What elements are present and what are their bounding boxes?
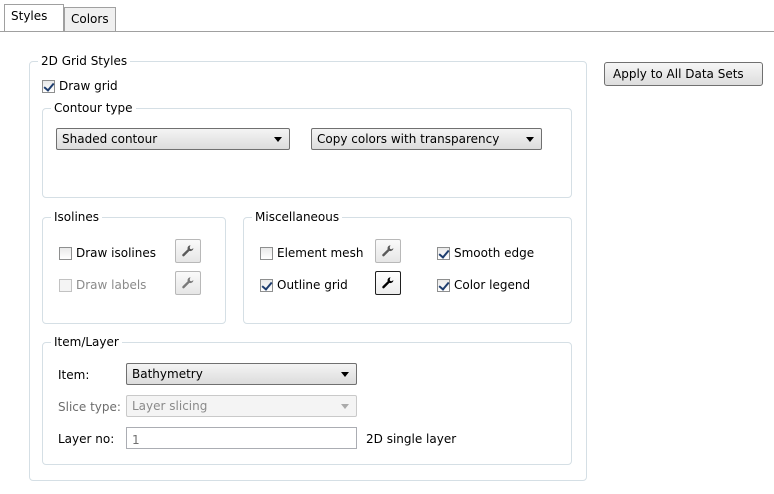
isolines-title: Isolines [51, 210, 103, 224]
checkbox-box [59, 246, 72, 260]
apply-to-all-button[interactable]: Apply to All Data Sets [604, 62, 763, 86]
draw-labels-checkbox[interactable]: Draw labels [59, 277, 146, 293]
miscellaneous-title: Miscellaneous [252, 210, 343, 224]
check-icon [260, 278, 273, 292]
layer-note: 2D single layer [366, 432, 457, 446]
contour-type-value: Shaded contour [62, 132, 158, 146]
contour-color-dropdown[interactable]: Copy colors with transparency [311, 128, 542, 150]
smooth-edge-label: Smooth edge [454, 246, 535, 260]
check-icon [437, 246, 450, 260]
draw-grid-checkbox[interactable]: Draw grid [42, 78, 118, 94]
item-label: Item: [58, 368, 90, 382]
miscellaneous-group: Miscellaneous [243, 210, 572, 324]
item-layer-title: Item/Layer [51, 335, 122, 349]
contour-type-dropdown[interactable]: Shaded contour [56, 128, 290, 150]
outline-grid-checkbox[interactable]: Outline grid [260, 277, 348, 293]
checkbox-box [260, 246, 273, 260]
check-icon [42, 79, 55, 93]
slice-type-label: Slice type: [58, 400, 121, 414]
item-dropdown[interactable]: Bathymetry [126, 363, 357, 385]
wrench-icon [382, 277, 394, 289]
outline-grid-settings-button[interactable] [375, 271, 401, 295]
draw-isolines-checkbox[interactable]: Draw isolines [59, 245, 156, 261]
tab-bar-divider [0, 31, 774, 32]
item-value: Bathymetry [132, 367, 203, 381]
contour-type-title: Contour type [51, 101, 136, 115]
labels-settings-button[interactable] [175, 271, 201, 295]
layer-no-label: Layer no: [58, 432, 115, 446]
checkbox-box [59, 278, 72, 292]
wrench-icon [382, 245, 394, 257]
chevron-down-icon [526, 137, 534, 142]
element-mesh-checkbox[interactable]: Element mesh [260, 245, 363, 261]
color-legend-checkbox[interactable]: Color legend [437, 277, 530, 293]
tab-colors[interactable]: Colors [64, 7, 116, 31]
draw-labels-label: Draw labels [76, 278, 147, 292]
slice-type-value: Layer slicing [132, 399, 208, 413]
draw-isolines-label: Draw isolines [76, 246, 156, 260]
outline-grid-label: Outline grid [277, 278, 348, 292]
contour-color-value: Copy colors with transparency [317, 132, 500, 146]
layer-no-input[interactable] [126, 427, 357, 449]
chevron-down-icon [341, 372, 349, 377]
wrench-icon [182, 245, 194, 257]
chevron-down-icon [341, 404, 349, 409]
contour-type-group: Contour type [42, 101, 572, 198]
element-mesh-settings-button[interactable] [375, 239, 401, 263]
check-icon [437, 278, 450, 292]
chevron-down-icon [274, 137, 282, 142]
tab-styles[interactable]: Styles [4, 4, 64, 31]
element-mesh-label: Element mesh [277, 246, 364, 260]
draw-grid-label: Draw grid [59, 79, 118, 93]
wrench-icon [182, 277, 194, 289]
grid-styles-title: 2D Grid Styles [38, 54, 131, 68]
color-legend-label: Color legend [454, 278, 531, 292]
smooth-edge-checkbox[interactable]: Smooth edge [437, 245, 534, 261]
slice-type-dropdown[interactable]: Layer slicing [126, 395, 357, 417]
isolines-settings-button[interactable] [175, 239, 201, 263]
